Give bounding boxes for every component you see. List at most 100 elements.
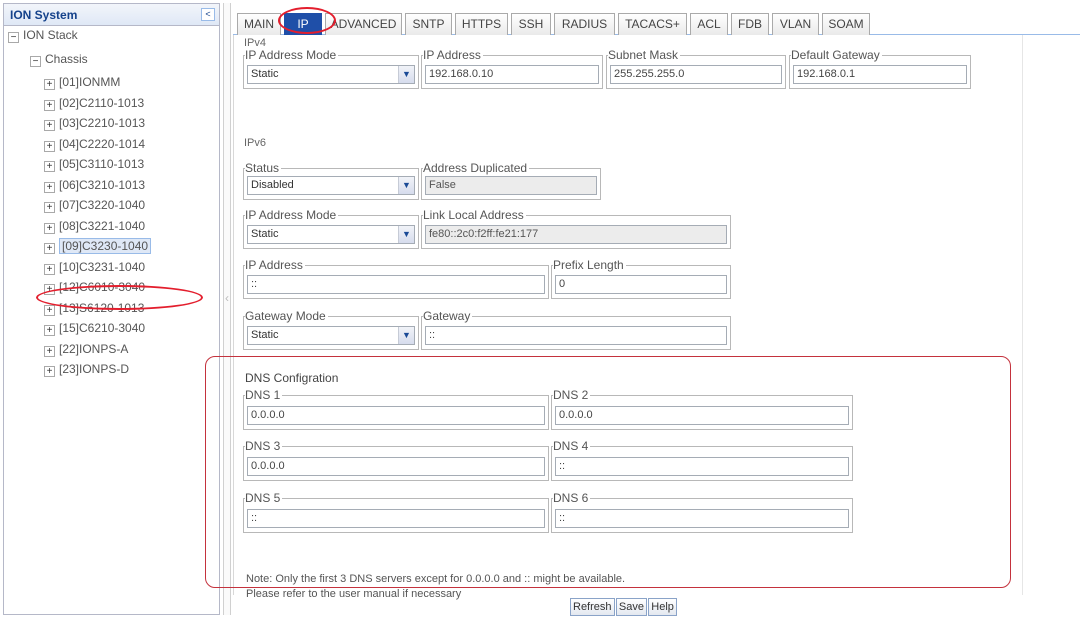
tree-node-chassis[interactable]: − Chassis [30,52,88,70]
field-label: Prefix Length [553,258,624,272]
ipv6-address-input[interactable]: :: [247,275,545,294]
tab-sntp[interactable]: SNTP [405,13,452,35]
tab-ssh[interactable]: SSH [511,13,551,35]
default-gateway-input[interactable]: 192.168.0.1 [793,65,967,84]
dns-1-input[interactable]: 0.0.0.0 [247,406,545,425]
tree-node-device[interactable]: + [23]IONPS-D [44,362,129,380]
tree-node-label: [22]IONPS-A [59,341,129,356]
expand-toggle-icon[interactable]: + [44,202,55,213]
tab-vlan[interactable]: VLAN [772,13,819,35]
field-label: IP Address Mode [245,208,337,222]
field-label: IP Address [245,258,303,272]
tab-fdb[interactable]: FDB [731,13,769,35]
expand-toggle-icon[interactable]: + [44,345,55,357]
field-label: Link Local Address [423,208,524,222]
tree-node-label: [07]C3220-1040 [59,198,146,212]
gateway-mode-select[interactable]: Static ▼ [247,326,415,345]
tree-node-ion-stack[interactable]: − ION Stack [8,28,78,46]
field-label: DNS 5 [245,491,281,505]
tab-advanced[interactable]: ADVANCED [325,13,402,35]
tree-node-device[interactable]: + [07]C3220-1040 [44,198,145,216]
collapse-panel-button[interactable]: < [201,8,215,21]
field-label: DNS 2 [553,388,589,402]
tab-highlight-ring [278,7,336,34]
tree-node-label: [23]IONPS-D [59,362,130,376]
splitter-grip-icon[interactable]: ‹ [224,288,230,308]
ipv4-mode-select[interactable]: Static ▼ [247,65,415,84]
tree-node-label: [01]IONMM [59,75,121,89]
dns-6-input[interactable]: :: [555,509,849,528]
expand-toggle-icon[interactable]: + [44,140,55,152]
tree-node-device[interactable]: + [02]C2110-1013 [44,96,144,114]
ipv6-section-title: IPv6 [244,137,267,149]
expand-toggle-icon[interactable]: + [44,325,55,336]
ipv4-address-input[interactable]: 192.168.0.10 [425,65,599,84]
address-duplicated-group: Address Duplicated False [421,162,601,200]
expand-toggle-icon[interactable]: + [44,222,55,234]
tree-node-device[interactable]: + [03]C2210-1013 [44,116,145,134]
dropdown-arrow-icon[interactable]: ▼ [398,66,414,83]
expand-toggle-icon[interactable]: + [44,304,55,316]
expand-toggle-icon[interactable]: + [44,79,55,90]
dns-2-input[interactable]: 0.0.0.0 [555,406,849,425]
ip-settings-form: IPv4 IP Address Mode Static ▼ IP Address … [205,35,1023,600]
tree-node-device[interactable]: + [10]C3231-1040 [44,260,145,278]
address-duplicated-value: False [425,176,597,195]
field-label: Address Duplicated [423,161,528,175]
config-panel: MAIN IP ADVANCED SNTP HTTPS SSH RADIUS TACACS+ A… [205,3,1080,616]
tree-node-label: [08]C3221-1040 [59,218,146,233]
dns-5-input[interactable]: :: [247,509,545,528]
ipv6-status-select[interactable]: Disabled ▼ [247,176,415,195]
dns-note-line: Note: Only the first 3 DNS servers excep… [246,573,626,585]
field-label: DNS 4 [553,439,589,453]
tree-node-device[interactable]: + [08]C3221-1040 [44,219,145,237]
expand-toggle-icon[interactable]: + [44,161,55,172]
tab-https[interactable]: HTTPS [455,13,508,35]
expand-toggle-icon[interactable]: + [44,366,55,377]
expand-toggle-icon[interactable]: + [44,99,55,111]
expand-toggle-icon[interactable]: + [44,263,55,275]
collapse-toggle-icon[interactable]: − [30,56,41,67]
tab-main[interactable]: MAIN [237,13,281,35]
help-button[interactable]: Help [648,598,677,616]
ipv6-address-group: IP Address :: [243,259,549,299]
tree-node-device[interactable]: + [09]C3230-1040 [44,238,152,257]
collapse-toggle-icon[interactable]: − [8,32,19,43]
tree-node-device[interactable]: + [01]IONMM [44,75,120,93]
gateway-mode-group: Gateway Mode Static ▼ [243,310,419,350]
tab-tacacs[interactable]: TACACS+ [618,13,687,35]
tree-panel: ION System < − ION Stack − Chassis + [01]IO… [3,3,220,615]
tree-node-label: [05]C3110-1013 [59,157,145,171]
ipv6-gateway-input[interactable]: :: [425,326,727,345]
subnet-mask-input[interactable]: 255.255.255.0 [610,65,782,84]
expand-toggle-icon[interactable]: + [44,181,55,193]
ipv6-mode-group: IP Address Mode Static ▼ [243,209,419,249]
tree-node-device[interactable]: + [05]C3110-1013 [44,157,144,175]
tree-node-device[interactable]: + [04]C2220-1014 [44,137,145,155]
tree-panel-title: ION System [10,8,78,22]
dns-4-group: DNS 4:: [551,440,853,481]
dns-4-input[interactable]: :: [555,457,849,476]
tab-radius[interactable]: RADIUS [554,13,615,35]
dropdown-arrow-icon[interactable]: ▼ [398,327,414,344]
ipv6-gateway-group: Gateway :: [421,310,731,350]
save-button[interactable]: Save [615,598,647,616]
field-label: Gateway [423,309,471,323]
tree-node-device[interactable]: + [22]IONPS-A [44,342,128,360]
tab-acl[interactable]: ACL [690,13,728,35]
tree-node-label: [06]C3210-1013 [59,177,146,192]
expand-toggle-icon[interactable]: + [44,243,55,254]
prefix-length-input[interactable]: 0 [555,275,727,294]
ipv6-mode-select[interactable]: Static ▼ [247,225,415,244]
dropdown-arrow-icon[interactable]: ▼ [398,177,414,194]
ipv4-address-group: IP Address 192.168.0.10 [421,49,603,89]
dns-3-input[interactable]: 0.0.0.0 [247,457,545,476]
dropdown-arrow-icon[interactable]: ▼ [398,226,414,243]
expand-toggle-icon[interactable]: + [44,120,55,131]
field-label: Subnet Mask [608,48,679,62]
tree-node-device[interactable]: + [06]C3210-1013 [44,178,145,196]
tab-soam[interactable]: SOAM [822,13,870,35]
field-label: DNS 3 [245,439,281,453]
tree-node-device[interactable]: + [15]C6210-3040 [44,321,145,339]
refresh-button[interactable]: Refresh [570,598,615,616]
